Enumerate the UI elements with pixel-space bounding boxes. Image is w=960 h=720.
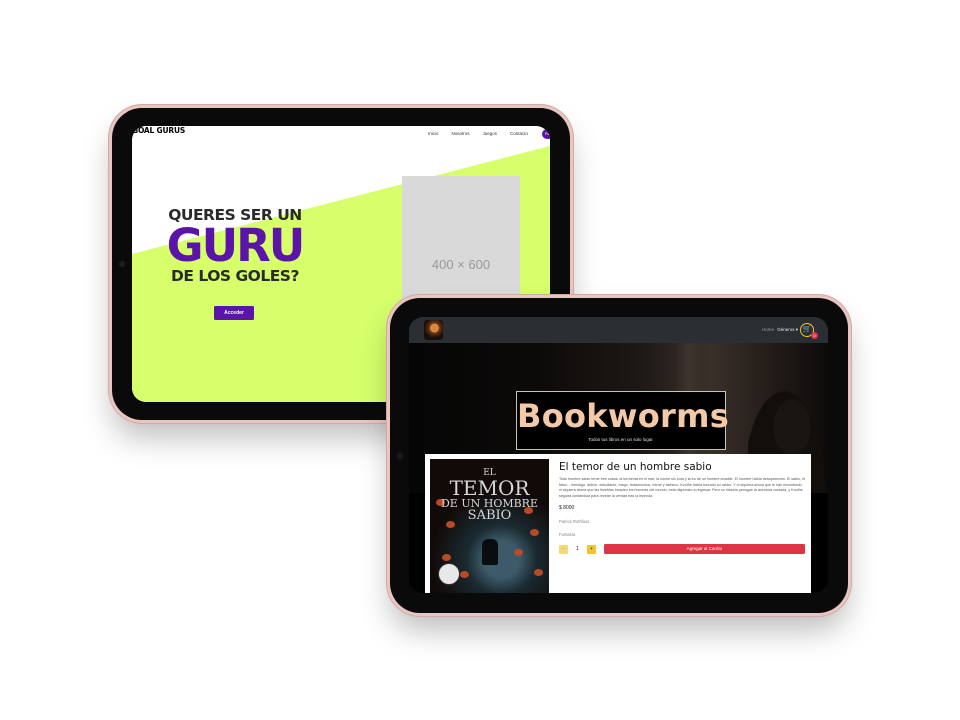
- book-genre: Fantasía: [559, 532, 576, 537]
- quantity-row: - 1 + Agregar al Carrito: [559, 544, 805, 554]
- camera-dot: [397, 453, 403, 459]
- nav-link-contacto[interactable]: Contacto: [510, 131, 528, 136]
- book-info: El temor de un hombre sabio Todo hombre …: [559, 461, 805, 554]
- book-cover: EL TEMOR DE UN HOMBRE SABIO: [430, 459, 549, 593]
- publisher-seal-icon: [438, 563, 460, 585]
- hero-title-box: Bookworms Todos tus libros en un solo lu…: [516, 391, 730, 450]
- book-author: Patrick Rothfuss: [559, 519, 590, 524]
- increase-quantity-button[interactable]: +: [586, 544, 596, 554]
- goal-gurus-logo[interactable]: GOAL GURUS: [132, 126, 186, 135]
- cover-title: EL TEMOR DE UN HOMBRE SABIO: [430, 469, 549, 523]
- nav-genres-dropdown[interactable]: Géneros ▾: [777, 327, 798, 333]
- hero-title: Bookworms: [517, 397, 730, 435]
- add-to-cart-button[interactable]: Agregar al Carrito: [603, 544, 805, 554]
- book-detail-card: EL TEMOR DE UN HOMBRE SABIO El temor de …: [425, 454, 811, 593]
- nav-register-button[interactable]: Re: [542, 129, 550, 139]
- hero-headline: QUERES SER UN GURU DE LOS GOLES?: [164, 206, 306, 285]
- cover-title-line3: SABIO: [467, 508, 512, 523]
- hero-tagline: Todos tus libros en un solo lugar.: [588, 437, 654, 442]
- book-price: $ 8000: [559, 505, 575, 511]
- mockup-stage: GOAL GURUS Inicio Nosotros Juegos Contac…: [0, 0, 960, 720]
- acceder-button[interactable]: Acceder: [214, 306, 254, 320]
- nav-link-nosotros[interactable]: Nosotros: [451, 131, 469, 136]
- tablet-bookworms: Home Géneros ▾ 🛒 0 Bookworms Todos tus l…: [390, 298, 848, 613]
- nav-home-link[interactable]: Home: [762, 327, 774, 332]
- cover-title-line1: TEMOR: [449, 476, 530, 500]
- headline-bottom: DE LOS GOLES?: [171, 267, 299, 285]
- decrease-quantity-button[interactable]: -: [559, 544, 568, 554]
- book-title: El temor de un hombre sabio: [559, 461, 712, 473]
- nav-link-inicio[interactable]: Inicio: [428, 131, 439, 136]
- bookworms-screen: Home Géneros ▾ 🛒 0 Bookworms Todos tus l…: [409, 317, 828, 593]
- logo-text: GOAL GURUS: [132, 126, 186, 135]
- book-logo-icon[interactable]: [424, 320, 443, 340]
- goal-gurus-navbar: GOAL GURUS Inicio Nosotros Juegos Contac…: [132, 126, 550, 143]
- nav-links: Inicio Nosotros Juegos Contacto: [428, 131, 528, 136]
- camera-dot: [119, 261, 125, 267]
- cart-count-badge: 0: [811, 332, 818, 339]
- book-description: Todo hombre sabio teme tres cosas: la to…: [559, 477, 805, 498]
- quantity-value: 1: [576, 546, 579, 552]
- headline-main: GURU: [166, 219, 306, 272]
- cover-figure: [482, 539, 498, 565]
- bookworms-navbar: Home Géneros ▾ 🛒 0: [409, 317, 828, 343]
- nav-link-juegos[interactable]: Juegos: [482, 131, 497, 136]
